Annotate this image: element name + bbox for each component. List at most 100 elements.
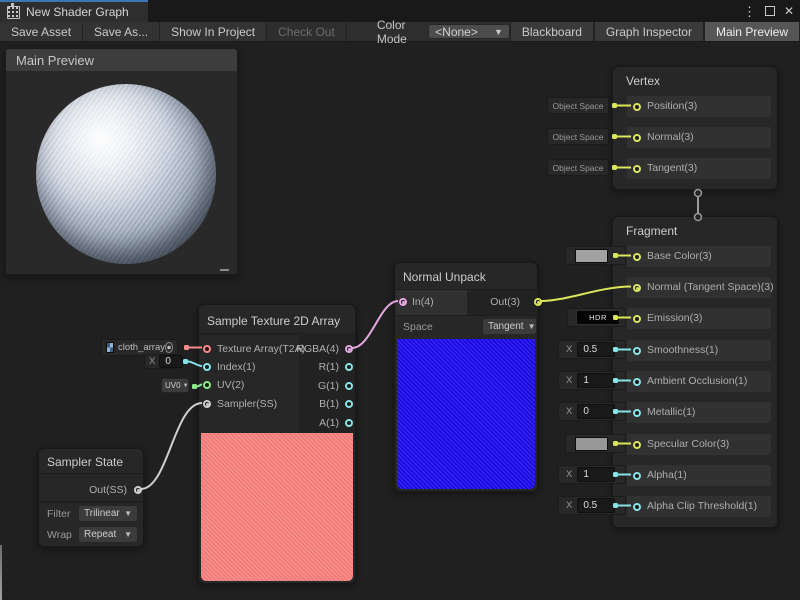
index-field[interactable]: 0 bbox=[159, 355, 183, 368]
space-value: Tangent bbox=[488, 321, 524, 332]
slot-label: Tangent(3) bbox=[647, 158, 697, 179]
main-preview-toggle[interactable]: Main Preview bbox=[704, 22, 800, 41]
main-preview-header[interactable]: Main Preview bbox=[6, 49, 237, 71]
save-as-button[interactable]: Save As... bbox=[83, 22, 160, 41]
texture-array-in-port[interactable] bbox=[203, 345, 211, 353]
out-label: Out(3) bbox=[490, 296, 520, 308]
normal-unpack-preview bbox=[397, 339, 535, 489]
kebab-menu-icon[interactable]: ⋮ bbox=[743, 5, 756, 18]
sampler-in-port[interactable] bbox=[203, 400, 211, 408]
smoothness-port[interactable] bbox=[633, 347, 641, 355]
ambient-occlusion-port[interactable] bbox=[633, 378, 641, 386]
slot-label: Position(3) bbox=[647, 96, 697, 117]
filter-dropdown[interactable]: Trilinear ▼ bbox=[78, 505, 138, 522]
alpha-port[interactable] bbox=[633, 472, 641, 480]
specular-color-port[interactable] bbox=[633, 441, 641, 449]
toolbar-right-group: Blackboard Graph Inspector Main Preview bbox=[510, 22, 800, 41]
alpha-field[interactable]: 1 bbox=[577, 467, 615, 482]
r-out-port[interactable] bbox=[345, 363, 353, 371]
input-label: Sampler(SS) bbox=[217, 398, 277, 410]
save-asset-button[interactable]: Save Asset bbox=[0, 22, 83, 41]
uv-in-port[interactable] bbox=[203, 381, 211, 389]
graph-inspector-toggle[interactable]: Graph Inspector bbox=[594, 22, 704, 41]
fragment-slot-normal-ts[interactable]: Normal (Tangent Space)(3) bbox=[626, 276, 772, 299]
close-icon[interactable]: ✕ bbox=[784, 5, 794, 17]
x-label: X bbox=[566, 375, 572, 386]
fragment-slot-alpha[interactable]: Alpha(1) bbox=[626, 464, 772, 487]
link-dot bbox=[613, 315, 618, 320]
object-picker-icon[interactable] bbox=[165, 342, 173, 353]
a-out-port[interactable] bbox=[345, 419, 353, 427]
object-space-chip[interactable]: Object Space bbox=[547, 159, 609, 176]
smoothness-field[interactable]: 0.5 bbox=[577, 342, 615, 357]
fragment-slot-emission[interactable]: Emission(3) bbox=[626, 307, 772, 330]
slot-label: Alpha Clip Threshold(1) bbox=[647, 496, 757, 517]
fragment-slot-ambient-occlusion[interactable]: Ambient Occlusion(1) bbox=[626, 370, 772, 393]
edge-samplerstate-sampler[interactable] bbox=[141, 403, 202, 489]
fragment-slot-smoothness[interactable]: Smoothness(1) bbox=[626, 339, 772, 362]
maximize-icon[interactable] bbox=[765, 6, 775, 16]
space-dropdown[interactable]: Tangent ▼ bbox=[482, 318, 537, 335]
fragment-slot-base-color[interactable]: Base Color(3) bbox=[626, 245, 772, 268]
window-edge-highlight bbox=[0, 545, 2, 600]
preview-sphere bbox=[36, 84, 216, 264]
show-in-project-button[interactable]: Show In Project bbox=[160, 22, 267, 41]
vertex-slot-tangent[interactable]: Tangent(3) bbox=[626, 157, 772, 180]
in-port[interactable] bbox=[399, 298, 407, 306]
vertex-slot-position[interactable]: Position(3) bbox=[626, 95, 772, 118]
emission-port[interactable] bbox=[633, 315, 641, 323]
fragment-slot-specular-color[interactable]: Specular Color(3) bbox=[626, 433, 772, 456]
color-swatch[interactable] bbox=[575, 437, 608, 451]
blackboard-toggle[interactable]: Blackboard bbox=[510, 22, 594, 41]
object-space-chip[interactable]: Object Space bbox=[547, 97, 609, 114]
input-label: UV(2) bbox=[217, 379, 244, 391]
chevron-down-icon: ▼ bbox=[124, 530, 132, 539]
main-preview-panel[interactable]: Main Preview bbox=[5, 48, 238, 275]
object-space-chip[interactable]: Object Space bbox=[547, 128, 609, 145]
alpha-clip-port[interactable] bbox=[633, 503, 641, 511]
fragment-slot-metallic[interactable]: Metallic(1) bbox=[626, 401, 772, 424]
wrap-dropdown[interactable]: Repeat ▼ bbox=[78, 526, 138, 543]
sample-texture-2d-array-node[interactable]: Sample Texture 2D Array Texture Array(T2… bbox=[198, 304, 356, 584]
tangent-port[interactable] bbox=[633, 165, 641, 173]
link-dot bbox=[613, 347, 618, 352]
link-dot bbox=[613, 378, 618, 383]
slot-label: Normal(3) bbox=[647, 127, 694, 148]
tab-new-shader-graph[interactable]: New Shader Graph bbox=[0, 0, 148, 22]
vertex-node[interactable]: Vertex Position(3) Normal(3) Tangent(3) bbox=[612, 66, 778, 190]
link-dot bbox=[613, 441, 618, 446]
normal-unpack-node[interactable]: Normal Unpack In(4) Out(3) Space Tangent… bbox=[394, 262, 538, 492]
fragment-node[interactable]: Fragment Base Color(3) Normal (Tangent S… bbox=[612, 216, 778, 528]
normal-port[interactable] bbox=[633, 134, 641, 142]
position-port[interactable] bbox=[633, 103, 641, 111]
color-mode-dropdown[interactable]: <None> ▼ bbox=[428, 24, 510, 39]
uv-channel-dropdown[interactable]: UV0▼ bbox=[161, 378, 189, 393]
metallic-port[interactable] bbox=[633, 409, 641, 417]
color-swatch[interactable] bbox=[575, 249, 608, 263]
index-in-port[interactable] bbox=[203, 363, 211, 371]
index-value-chip[interactable]: X0 bbox=[144, 354, 178, 369]
slot-label: Specular Color(3) bbox=[647, 434, 729, 455]
normal-ts-port[interactable] bbox=[633, 284, 641, 292]
slot-label: Alpha(1) bbox=[647, 465, 687, 486]
panel-resize-handle[interactable] bbox=[220, 269, 229, 271]
sampler-state-node[interactable]: Sampler State Out(SS) Filter Trilinear ▼… bbox=[38, 448, 144, 547]
sample-node-title: Sample Texture 2D Array bbox=[207, 314, 340, 328]
base-color-port[interactable] bbox=[633, 253, 641, 261]
metallic-field[interactable]: 0 bbox=[577, 404, 615, 419]
vertex-slot-normal[interactable]: Normal(3) bbox=[626, 126, 772, 149]
alpha-clip-field[interactable]: 0.5 bbox=[577, 498, 615, 513]
link-dot bbox=[612, 134, 617, 139]
texture-array-icon bbox=[106, 342, 114, 353]
wrap-label: Wrap bbox=[47, 529, 72, 541]
ambient-occlusion-field[interactable]: 1 bbox=[577, 373, 615, 388]
g-out-port[interactable] bbox=[345, 382, 353, 390]
out-port[interactable] bbox=[534, 298, 542, 306]
fragment-slot-alpha-clip[interactable]: Alpha Clip Threshold(1) bbox=[626, 495, 772, 518]
rgba-out-port[interactable] bbox=[345, 345, 353, 353]
object-space-label: Object Space bbox=[552, 132, 603, 142]
link-dot bbox=[612, 103, 617, 108]
edge-rgba-normalunpack[interactable] bbox=[352, 301, 398, 348]
b-out-port[interactable] bbox=[345, 400, 353, 408]
out-ss-port[interactable] bbox=[134, 486, 142, 494]
